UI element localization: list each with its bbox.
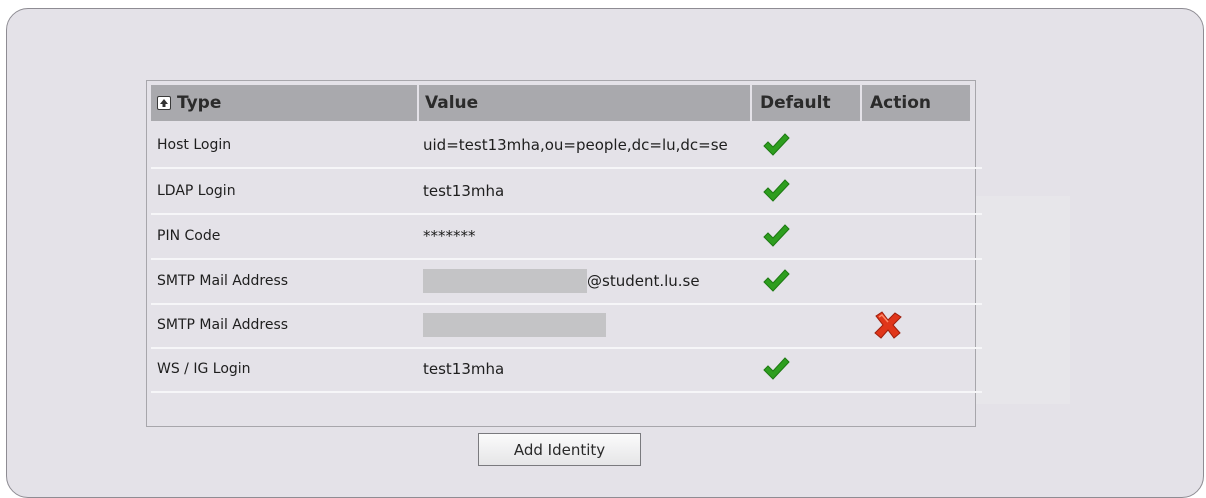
table-row[interactable]: PIN Code *******	[151, 214, 982, 260]
identity-value: test13mha	[423, 182, 505, 200]
add-identity-button[interactable]: Add Identity	[478, 433, 641, 466]
default-cell	[762, 259, 802, 303]
default-cell	[762, 123, 802, 167]
redacted-value	[423, 313, 606, 337]
table-row[interactable]: WS / IG Login test13mha	[151, 347, 982, 393]
identities-table: Type Value Default Action Host Login uid…	[146, 80, 982, 427]
table-row[interactable]: SMTP Mail Address	[151, 303, 982, 349]
checkmark-icon	[763, 133, 790, 156]
identity-type: Host Login	[157, 137, 232, 153]
identity-type: SMTP Mail Address	[157, 273, 289, 289]
sort-up-icon[interactable]	[157, 96, 171, 110]
checkmark-icon	[763, 179, 790, 202]
column-header-type-label: Type	[177, 93, 222, 113]
identity-type: SMTP Mail Address	[157, 317, 289, 333]
checkmark-icon	[763, 224, 790, 247]
action-cell	[873, 303, 913, 347]
identity-type: LDAP Login	[157, 183, 236, 199]
identity-value: @student.lu.se	[423, 259, 756, 303]
column-header-default[interactable]: Default	[752, 85, 860, 121]
identity-value: *******	[423, 227, 476, 245]
delete-icon[interactable]	[873, 311, 903, 339]
column-header-default-label: Default	[760, 93, 831, 113]
email-domain: @student.lu.se	[587, 272, 700, 290]
column-header-action[interactable]: Action	[862, 85, 970, 121]
identity-type: WS / IG Login	[157, 361, 251, 377]
redacted-value	[423, 269, 587, 293]
identity-type: PIN Code	[157, 228, 221, 244]
table-row[interactable]: LDAP Login test13mha	[151, 169, 982, 215]
identity-value	[423, 303, 756, 347]
identity-value: uid=test13mha,ou=people,dc=lu,dc=se	[423, 136, 728, 154]
column-header-action-label: Action	[870, 93, 931, 113]
default-cell	[762, 347, 802, 391]
table-row[interactable]: Host Login uid=test13mha,ou=people,dc=lu…	[151, 123, 982, 169]
identity-value: test13mha	[423, 360, 505, 378]
column-header-type[interactable]: Type	[151, 85, 417, 121]
default-cell	[762, 169, 802, 213]
column-header-value-label: Value	[425, 93, 479, 113]
default-cell	[762, 214, 802, 258]
column-header-value[interactable]: Value	[419, 85, 750, 121]
table-row[interactable]: SMTP Mail Address @student.lu.se	[151, 259, 982, 305]
checkmark-icon	[763, 357, 790, 380]
checkmark-icon	[763, 269, 790, 292]
